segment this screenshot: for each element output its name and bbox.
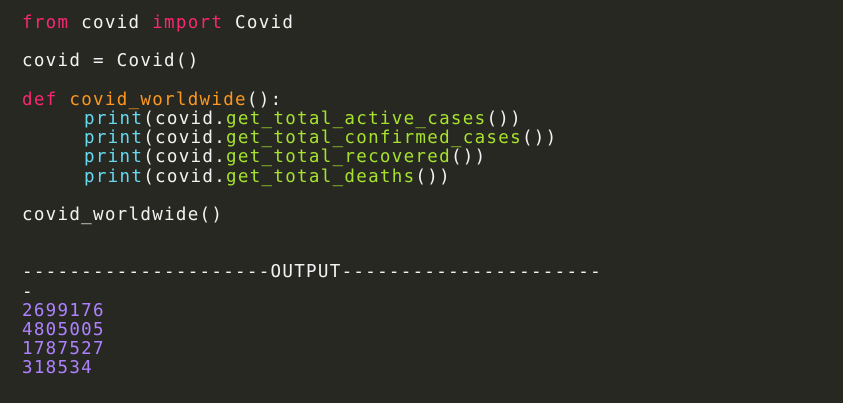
output-value: 4805005	[22, 320, 105, 341]
def-tail: ():	[246, 89, 283, 110]
output-separator: ---------------------OUTPUT-------------…	[22, 262, 602, 283]
module-name: covid	[69, 13, 153, 33]
method-name: get_total_confirmed_cases	[226, 128, 522, 149]
builtin-print: print	[84, 128, 144, 149]
code-line-import: from covid import Covid	[22, 13, 832, 33]
builtin-print: print	[84, 147, 144, 168]
method-name: get_total_active_cases	[226, 108, 487, 129]
assignment-text: covid = Covid()	[22, 51, 200, 72]
output-separator-wrap: -	[22, 281, 34, 302]
code-line-assignment: covid = Covid()	[22, 52, 832, 71]
method-name: get_total_deaths	[226, 166, 416, 187]
code-line-print: print(covid.get_total_recovered())	[84, 147, 487, 168]
output-value: 1787527	[22, 339, 105, 360]
function-call: covid_worldwide()	[22, 204, 224, 225]
class-name: Covid	[223, 13, 295, 33]
output-value: 2699176	[22, 300, 105, 321]
code-line-print: print(covid.get_total_deaths())	[84, 166, 451, 187]
builtin-print: print	[84, 166, 144, 187]
code-line-print: print(covid.get_total_confirmed_cases())	[84, 128, 558, 149]
method-name: get_total_recovered	[226, 147, 451, 168]
keyword-from: from	[22, 13, 70, 33]
code-editor[interactable]: from covid import Covid covid = Covid() …	[22, 13, 832, 379]
function-name: covid_worldwide	[69, 89, 247, 110]
code-line-print: print(covid.get_total_active_cases())	[84, 108, 522, 129]
keyword-import: import	[152, 13, 224, 33]
code-line-def: def covid_worldwide():	[22, 89, 832, 110]
output-value: 318534	[22, 358, 94, 379]
builtin-print: print	[84, 108, 144, 129]
keyword-def: def	[22, 89, 58, 110]
code-line-call: covid_worldwide()	[22, 204, 832, 225]
